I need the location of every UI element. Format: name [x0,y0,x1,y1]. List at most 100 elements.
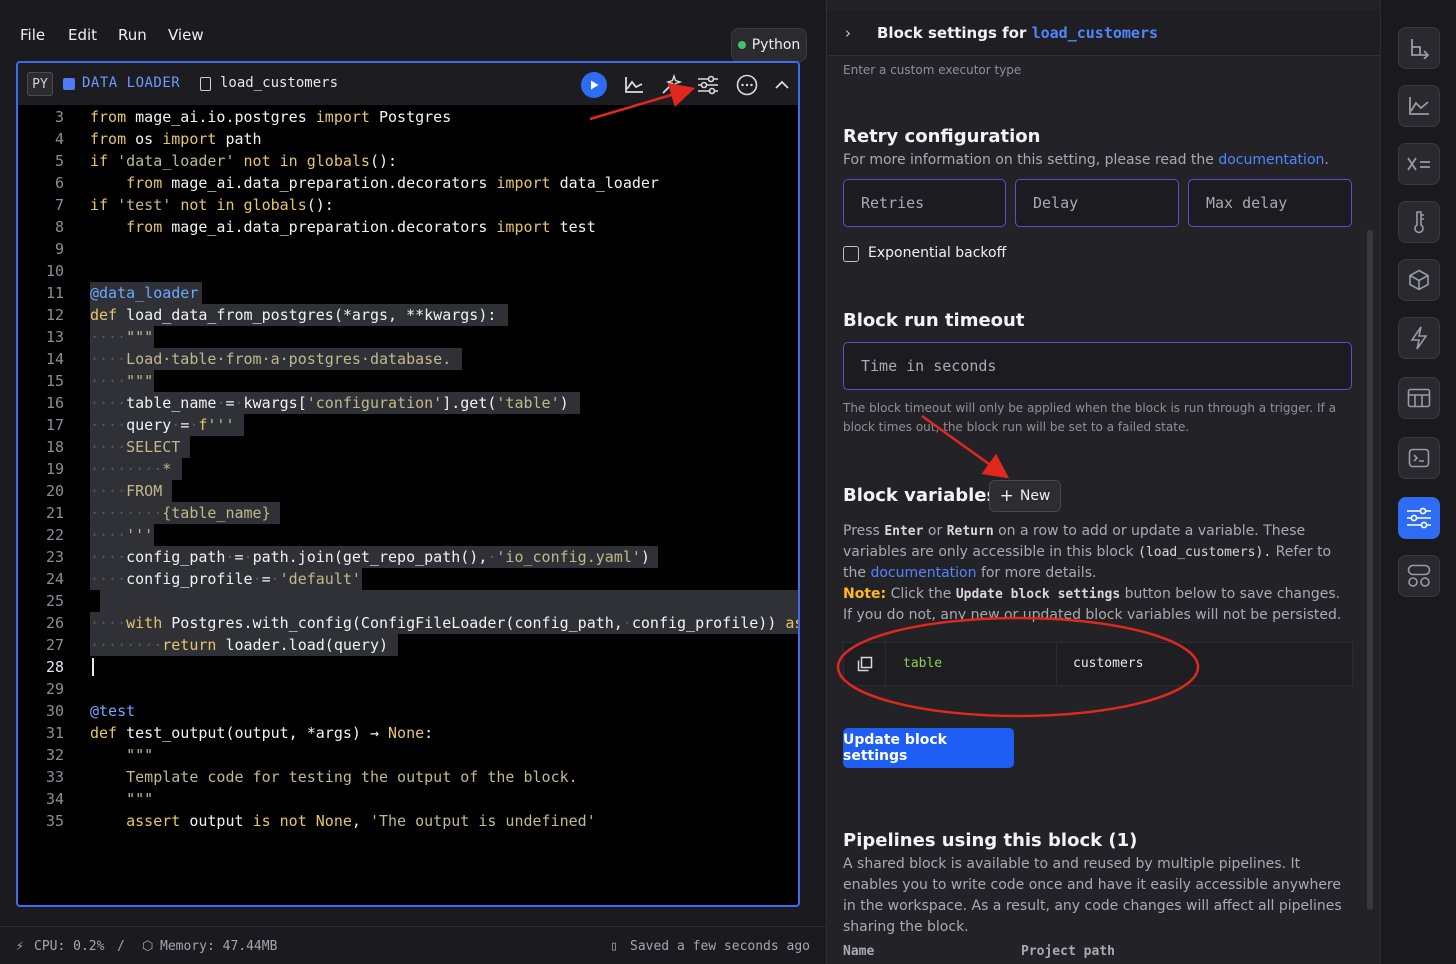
block-name[interactable]: load_customers [220,75,338,91]
code-line[interactable]: 13 ····""" [18,326,798,348]
code-line[interactable]: 22 ····''' [18,524,798,546]
kernel-status-button[interactable]: Python [731,28,807,62]
code-line[interactable]: 24 ····config_profile·=·'default' [18,568,798,590]
variable-value[interactable]: customers [1057,643,1353,685]
code-line[interactable]: 20 ····FROM [18,480,798,502]
code-line[interactable]: 5 if 'data_loader' not in globals(): [18,150,798,172]
cube-icon [1409,269,1429,291]
new-variable-label: New [1019,488,1051,504]
code-line[interactable]: 11 @data_loader [18,282,798,304]
delay-input[interactable]: Delay [1015,179,1179,227]
code-line[interactable]: 26 ····with Postgres.with_config(ConfigFi… [18,612,798,634]
line-number: 22 [45,526,64,544]
new-variable-button[interactable]: + New [989,480,1061,512]
code-line[interactable]: 29 [18,678,798,700]
collapse-panel-chevron-icon[interactable]: › [845,24,851,42]
code-line[interactable]: 32 """ [18,744,798,766]
rail-variables-button[interactable] [1398,143,1440,185]
line-number: 25 [45,592,64,610]
variable-row[interactable]: table customers [843,642,1353,686]
code-line[interactable]: 30 @test [18,700,798,722]
play-icon [591,80,599,90]
sidebar-icon-rail [1380,0,1456,964]
ai-generate-button[interactable] [658,72,684,98]
code-line[interactable]: 34 """ [18,788,798,810]
line-number: 28 [45,658,64,676]
code-line[interactable]: 18 ····SELECT [18,436,798,458]
code-text: from os import path [90,130,262,148]
code-line[interactable]: 31 def test_output(output, *args) → None: [18,722,798,744]
code-line[interactable]: 15 ····""" [18,370,798,392]
line-number: 11 [45,284,64,302]
code-line[interactable]: 35 assert output is not None, 'The outpu… [18,810,798,832]
code-line[interactable]: 12 def load_data_from_postgres(*args, **k… [18,304,798,326]
code-line[interactable]: 28 [18,656,798,678]
code-line[interactable]: 3 from mage_ai.io.postgres import Postgre… [18,106,798,128]
status-bar: ⚡ CPU: 0.2% / ⬡ Memory: 47.44MB ▯ Saved … [0,926,826,964]
column-header-name[interactable]: Name [843,944,874,959]
code-line[interactable]: 4 from os import path [18,128,798,150]
line-number: 26 [45,614,64,632]
max-delay-input[interactable]: Max delay [1188,179,1352,227]
code-line[interactable]: 17 ····query·=·f''' [18,414,798,436]
chart-button[interactable] [621,72,647,98]
code-block-editor[interactable]: PY DATA LOADER load_customers 3 from mag… [16,61,800,907]
code-line[interactable]: 8 from mage_ai.data_preparation.decorato… [18,216,798,238]
copy-variable-button[interactable] [844,643,886,685]
executor-hint: Enter a custom executor type [843,63,1022,77]
run-block-button[interactable] [581,72,607,98]
line-number: 8 [54,218,64,236]
block-settings-button[interactable] [695,72,721,98]
rail-objects-button[interactable] [1398,259,1440,301]
menu-view[interactable]: View [168,26,204,44]
line-number: 9 [54,240,64,258]
rail-block-settings-button[interactable] [1398,497,1440,539]
more-options-button[interactable] [734,72,760,98]
collapse-block-button[interactable] [769,72,795,98]
tree-icon [1411,39,1430,59]
rail-triggers-button[interactable] [1398,317,1440,359]
vars-press-text: Press [843,523,880,539]
rail-table-button[interactable] [1398,377,1440,419]
code-line[interactable]: 14 ····Load·table·from·a·postgres·databas… [18,348,798,370]
code-line[interactable]: 23 ····config_path·=·path.join(get_repo_p… [18,546,798,568]
panel-scrollbar[interactable] [1367,230,1373,910]
variable-key[interactable]: table [887,643,1057,685]
code-line[interactable]: 7 if 'test' not in globals(): [18,194,798,216]
chart-icon [1409,97,1429,115]
rail-tree-button[interactable] [1398,27,1440,69]
line-number: 32 [45,746,64,764]
note-click-text: Click the [890,586,952,602]
code-line[interactable]: 21 ········{table_name} [18,502,798,524]
menu-run[interactable]: Run [118,26,147,44]
variables-documentation-link[interactable]: documentation [870,565,976,581]
thermometer-icon [1414,211,1424,234]
code-line[interactable]: 25 [18,590,798,612]
retries-input[interactable]: Retries [843,179,1006,227]
code-text: from mage_ai.data_preparation.decorators… [126,174,659,192]
rail-blocks-button[interactable] [1398,555,1440,597]
timeout-seconds-input[interactable]: Time in seconds [843,342,1352,390]
exponential-backoff-checkbox[interactable] [843,246,859,262]
line-number: 3 [54,108,64,126]
rail-environment-button[interactable] [1398,201,1440,243]
column-header-project-path[interactable]: Project path [1021,944,1115,959]
code-line[interactable]: 16 ····table_name·=·kwargs['configuration… [18,392,798,414]
code-line[interactable]: 27 ········return loader.load(query) [18,634,798,656]
code-line[interactable]: 33 Template code for testing the output … [18,766,798,788]
menu-edit[interactable]: Edit [68,26,97,44]
code-text: def load_data_from_postgres(*args, **kwa… [90,306,497,324]
retry-documentation-link[interactable]: documentation [1218,152,1324,168]
update-block-settings-button[interactable]: Update block settings [843,728,1014,768]
exponential-backoff-label: Exponential backoff [868,245,1007,261]
code-line[interactable]: 9 [18,238,798,260]
code-line[interactable]: 6 from mage_ai.data_preparation.decorato… [18,172,798,194]
menu-file[interactable]: File [20,26,45,44]
code-line[interactable]: 10 [18,260,798,282]
block-type-label: DATA LOADER [82,75,181,91]
rail-terminal-button[interactable] [1398,437,1440,479]
code-line[interactable]: 19 ········* [18,458,798,480]
line-number: 15 [45,372,64,390]
rail-chart-button[interactable] [1398,85,1440,127]
line-number: 30 [45,702,64,720]
